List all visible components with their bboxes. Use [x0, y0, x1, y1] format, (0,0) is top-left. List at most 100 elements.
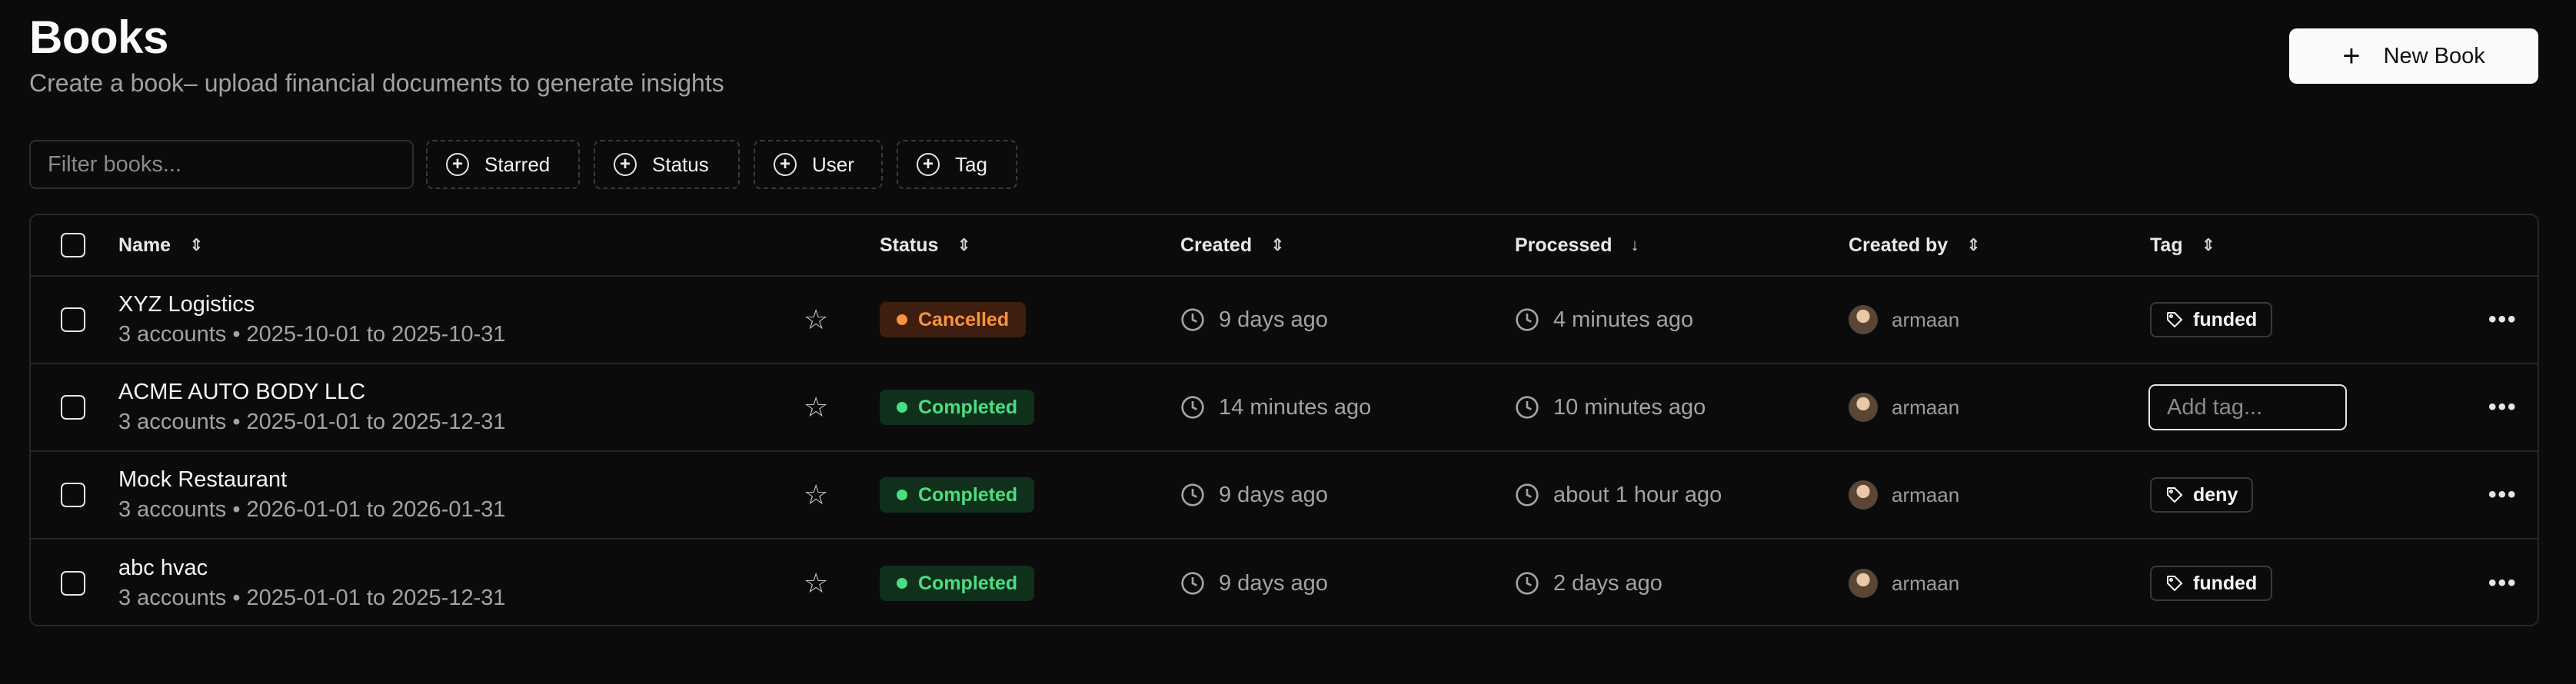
add-tag-input[interactable] [2148, 384, 2347, 430]
plus-circle-icon: + [446, 153, 469, 176]
status-label: Completed [918, 572, 1018, 594]
column-created-by[interactable]: Created by ⇕ [1849, 215, 1981, 275]
filter-user-chip[interactable]: + User [754, 140, 883, 189]
tag-badge[interactable]: funded [2150, 302, 2273, 337]
tag-icon [2167, 487, 2183, 503]
created-time: 9 days ago [1219, 482, 1328, 507]
more-cell: ••• [2488, 540, 2518, 625]
tag-label: funded [2193, 308, 2258, 330]
tag-icon [2167, 576, 2183, 592]
created-by-cell: armaan [1849, 277, 1959, 363]
books-page: Books Create a book– upload financial do… [0, 0, 2576, 684]
filter-starred-chip[interactable]: + Starred [426, 140, 580, 189]
row-checkbox[interactable] [61, 307, 85, 332]
clock-icon [1181, 308, 1204, 331]
tag-cell: funded [2150, 277, 2273, 363]
column-processed-label: Processed [1515, 234, 1612, 256]
select-all-checkbox[interactable] [61, 233, 85, 257]
column-status[interactable]: Status ⇕ [880, 215, 971, 275]
clock-icon [1516, 483, 1539, 506]
select-all-cell [61, 215, 85, 275]
plus-circle-icon: + [614, 153, 637, 176]
avatar [1849, 305, 1878, 334]
status-dot-icon [897, 578, 907, 589]
book-meta: 3 accounts • 2025-01-01 to 2025-12-31 [118, 586, 506, 610]
column-processed[interactable]: Processed ↓ [1515, 215, 1639, 275]
page-subtitle: Create a book– upload financial document… [29, 69, 724, 97]
star-cell: ☆ [804, 540, 828, 625]
column-name[interactable]: Name ⇕ [118, 215, 204, 275]
clock-icon [1516, 396, 1539, 419]
created-cell: 14 minutes ago [1180, 364, 1371, 450]
tag-cell: deny [2150, 452, 2254, 538]
sort-icon: ⇕ [1966, 235, 1981, 254]
table-row[interactable]: XYZ Logistics 3 accounts • 2025-10-01 to… [31, 277, 2538, 364]
status-badge: Completed [880, 477, 1035, 513]
sort-icon: ⇕ [2201, 235, 2216, 254]
tag-badge[interactable]: deny [2150, 477, 2254, 513]
table-row[interactable]: abc hvac 3 accounts • 2025-01-01 to 2025… [31, 540, 2538, 625]
book-name-cell[interactable]: abc hvac 3 accounts • 2025-01-01 to 2025… [118, 540, 506, 625]
chip-label: Status [652, 152, 709, 176]
processed-cell: 2 days ago [1515, 540, 1662, 625]
user-name: armaan [1892, 395, 1960, 419]
created-cell: 9 days ago [1180, 452, 1328, 538]
created-time: 14 minutes ago [1219, 394, 1372, 420]
star-icon[interactable]: ☆ [804, 567, 828, 599]
row-select-cell [61, 277, 85, 363]
star-icon[interactable]: ☆ [804, 304, 828, 336]
tag-cell [2148, 364, 2347, 450]
row-checkbox[interactable] [61, 483, 85, 507]
plus-icon: + [2342, 39, 2361, 73]
tag-badge[interactable]: funded [2150, 566, 2273, 601]
created-cell: 9 days ago [1180, 540, 1328, 625]
plus-circle-icon: + [774, 153, 797, 176]
filter-books-input[interactable] [29, 140, 414, 189]
status-dot-icon [897, 402, 907, 413]
status-badge: Completed [880, 390, 1035, 425]
more-icon[interactable]: ••• [2488, 307, 2518, 333]
book-name-cell[interactable]: Mock Restaurant 3 accounts • 2026-01-01 … [118, 452, 506, 538]
filter-status-chip[interactable]: + Status [594, 140, 740, 189]
status-dot-icon [897, 314, 907, 325]
processed-time: 4 minutes ago [1553, 307, 1694, 332]
new-book-label: New Book [2383, 43, 2485, 68]
table-row[interactable]: ACME AUTO BODY LLC 3 accounts • 2025-01-… [31, 364, 2538, 452]
book-name-cell[interactable]: ACME AUTO BODY LLC 3 accounts • 2025-01-… [118, 364, 506, 450]
star-icon[interactable]: ☆ [804, 479, 828, 511]
sort-icon: ⇕ [1270, 235, 1285, 254]
processed-time: about 1 hour ago [1553, 482, 1722, 507]
table-row[interactable]: Mock Restaurant 3 accounts • 2026-01-01 … [31, 452, 2538, 540]
filter-tag-chip[interactable]: + Tag [897, 140, 1017, 189]
status-cell: Cancelled [880, 277, 1027, 363]
star-icon[interactable]: ☆ [804, 391, 828, 423]
column-created-label: Created [1180, 234, 1253, 256]
created-by-cell: armaan [1849, 364, 1959, 450]
new-book-button[interactable]: + New Book [2289, 28, 2538, 84]
row-select-cell [61, 364, 85, 450]
row-checkbox[interactable] [61, 571, 85, 596]
book-meta: 3 accounts • 2025-10-01 to 2025-10-31 [118, 322, 506, 347]
status-cell: Completed [880, 540, 1035, 625]
processed-cell: 10 minutes ago [1515, 364, 1706, 450]
status-label: Completed [918, 483, 1018, 506]
column-tag[interactable]: Tag ⇕ [2150, 215, 2215, 275]
row-checkbox[interactable] [61, 395, 85, 420]
row-select-cell [61, 452, 85, 538]
chip-label: Tag [955, 152, 987, 176]
processed-time: 10 minutes ago [1553, 394, 1706, 420]
clock-icon [1181, 572, 1204, 595]
tag-label: funded [2193, 572, 2258, 594]
sort-icon: ⇕ [957, 235, 971, 254]
avatar [1849, 480, 1878, 510]
book-name: XYZ Logistics [118, 292, 255, 317]
more-icon[interactable]: ••• [2488, 482, 2518, 508]
status-label: Cancelled [918, 308, 1010, 330]
column-tag-label: Tag [2150, 234, 2183, 256]
more-icon[interactable]: ••• [2488, 394, 2518, 420]
tag-cell: funded [2150, 540, 2273, 625]
more-icon[interactable]: ••• [2488, 570, 2518, 596]
column-created[interactable]: Created ⇕ [1180, 215, 1285, 275]
plus-circle-icon: + [917, 153, 940, 176]
book-name-cell[interactable]: XYZ Logistics 3 accounts • 2025-10-01 to… [118, 277, 506, 363]
